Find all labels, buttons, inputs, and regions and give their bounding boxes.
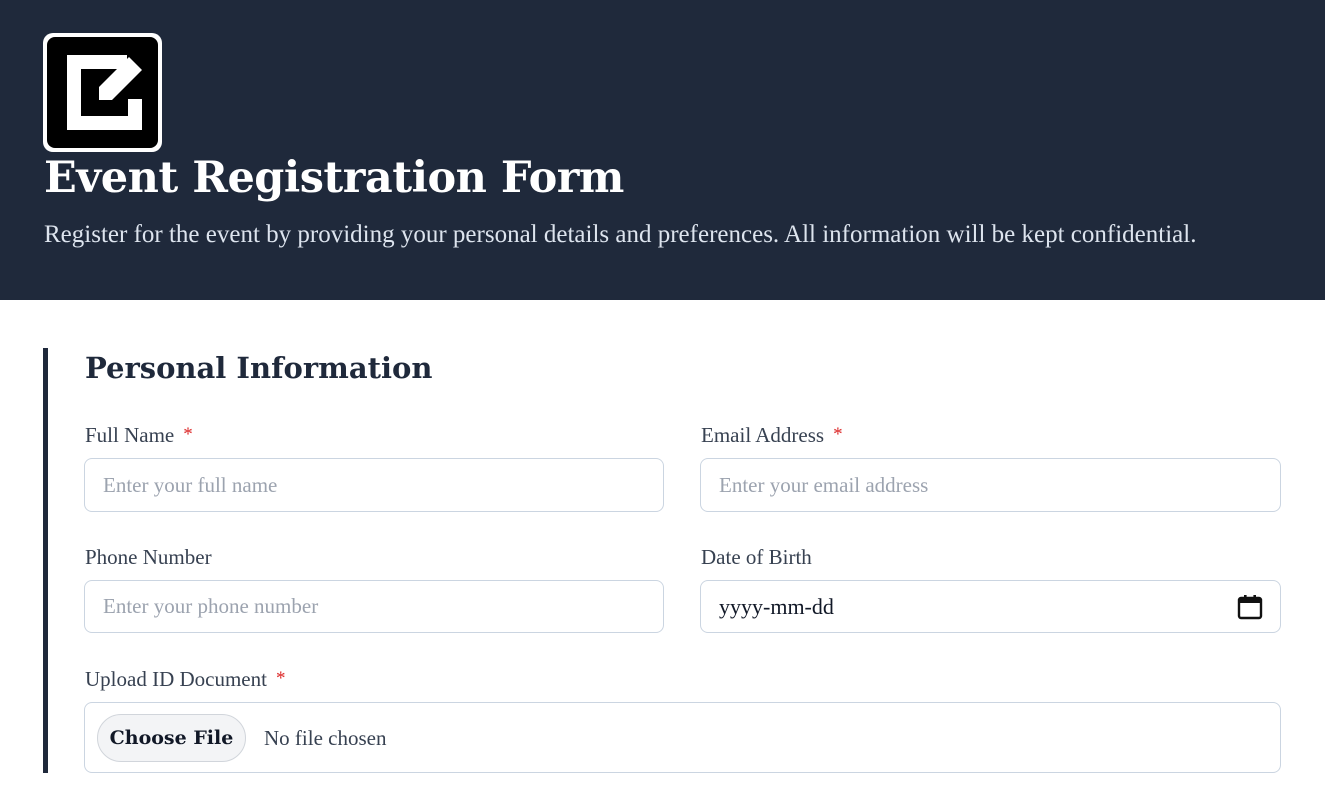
id-document-label-text: Upload ID Document	[85, 667, 267, 691]
full-name-label-text: Full Name	[85, 423, 175, 447]
email-label: Email Address *	[701, 422, 843, 448]
full-name-input[interactable]	[84, 458, 664, 512]
required-marker: *	[833, 424, 843, 445]
phone-label-text: Phone Number	[85, 545, 212, 569]
calendar-icon[interactable]	[1236, 593, 1264, 621]
choose-file-button[interactable]: Choose File	[97, 714, 246, 762]
page-subtitle: Register for the event by providing your…	[44, 221, 1197, 248]
section-title: Personal Information	[85, 351, 433, 385]
email-input[interactable]	[700, 458, 1281, 512]
phone-label: Phone Number	[85, 544, 212, 570]
dob-label: Date of Birth	[701, 544, 812, 570]
required-marker: *	[275, 668, 286, 689]
dob-input[interactable]: yyyy-mm-dd	[700, 580, 1281, 633]
personal-information-section: Personal Information Full Name * Email Ad…	[43, 348, 1283, 773]
id-document-label: Upload ID Document *	[85, 666, 285, 692]
required-marker: *	[183, 424, 193, 445]
page-header: Event Registration Form Register for the…	[0, 0, 1325, 300]
full-name-label: Full Name *	[85, 422, 193, 448]
page-title: Event Registration Form	[44, 153, 624, 203]
edit-square-icon	[47, 37, 158, 148]
file-status: No file chosen	[264, 726, 387, 750]
id-document-file-input[interactable]: Choose File No file chosen	[84, 702, 1281, 773]
phone-input[interactable]	[84, 580, 664, 633]
email-label-text: Email Address	[701, 423, 825, 447]
dob-label-text: Date of Birth	[701, 545, 812, 569]
logo	[43, 33, 162, 152]
dob-value: yyyy-mm-dd	[719, 594, 834, 619]
